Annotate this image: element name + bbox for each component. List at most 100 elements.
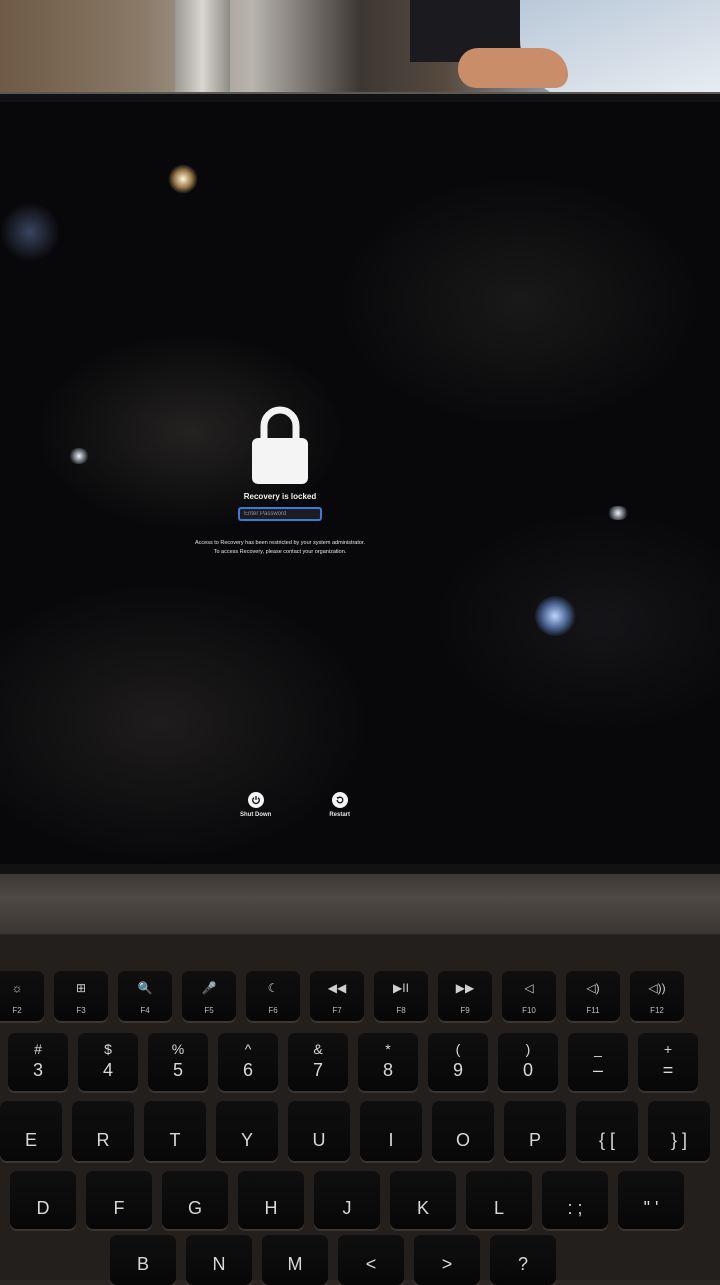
keyboard-key[interactable]: I	[360, 1101, 422, 1161]
key-label: 4	[102, 1060, 113, 1080]
keyboard-key[interactable]: J	[314, 1171, 380, 1229]
key-label: 7	[312, 1060, 323, 1080]
keyboard-key[interactable]: ⊞ F3	[54, 971, 108, 1021]
keyboard-key[interactable]: " '	[618, 1171, 684, 1229]
keyboard-key[interactable]: ◁ F10	[502, 971, 556, 1021]
keyboard-key[interactable]: D	[10, 1171, 76, 1229]
keyboard-key[interactable]: ▶▶ F9	[438, 971, 492, 1021]
background-stand	[175, 0, 230, 100]
keyboard-key[interactable]: O	[432, 1101, 494, 1161]
key-shift-label: *	[385, 1041, 391, 1057]
keyboard-key[interactable]: * 8	[358, 1033, 418, 1091]
keyboard-key[interactable]: R	[72, 1101, 134, 1161]
background-office-scene	[0, 0, 720, 100]
keyboard-key[interactable]: P	[504, 1101, 566, 1161]
key-shift-label: _	[594, 1041, 602, 1057]
key-label: O	[455, 1130, 470, 1150]
key-label: } ]	[670, 1130, 687, 1150]
function-key-icon: ◀◀	[327, 981, 347, 995]
key-shift-label: &	[313, 1041, 323, 1057]
keyboard-key[interactable]: N	[186, 1235, 252, 1285]
keyboard-key[interactable]: ^ 6	[218, 1033, 278, 1091]
keyboard-key[interactable]: ☾ F6	[246, 971, 300, 1021]
function-key-icon: ▶▶	[455, 981, 475, 995]
keyboard-key[interactable]: M	[262, 1235, 328, 1285]
key-label: F	[113, 1198, 125, 1218]
restart-icon	[331, 792, 348, 808]
key-label: L	[493, 1198, 504, 1218]
function-key-label: F9	[460, 1006, 470, 1015]
keyboard-key[interactable]: } ]	[648, 1101, 710, 1161]
keyboard-key[interactable]: { [	[576, 1101, 638, 1161]
keyboard-key[interactable]: ☼ F2	[0, 971, 44, 1021]
keyboard-key[interactable]: <	[338, 1235, 404, 1285]
key-label: 9	[452, 1060, 463, 1080]
keyboard-key[interactable]: L	[466, 1171, 532, 1229]
restart-button[interactable]: Restart	[329, 792, 350, 818]
key-label: 0	[522, 1060, 533, 1080]
keyboard-key[interactable]: % 5	[148, 1033, 208, 1091]
bottom-letter-row: B N M < >?	[110, 1235, 556, 1285]
shut-down-label: Shut Down	[240, 812, 272, 818]
keyboard-key[interactable]: (9	[428, 1033, 488, 1091]
key-label: 3	[32, 1060, 43, 1080]
function-key-label: F5	[204, 1006, 214, 1015]
screen-glare	[168, 164, 198, 194]
padlock-icon	[252, 406, 308, 484]
keyboard-key[interactable]: _ –	[568, 1033, 628, 1091]
keyboard-key[interactable]: ) 0	[498, 1033, 558, 1091]
keyboard-key[interactable]: & 7	[288, 1033, 348, 1091]
screen-glare	[606, 506, 630, 520]
restart-label: Restart	[329, 812, 350, 818]
function-key-label: F8	[396, 1006, 406, 1015]
key-label: U	[312, 1130, 326, 1150]
keyboard-key[interactable]: ◁) F11	[566, 971, 620, 1021]
keyboard-key[interactable]: K	[390, 1171, 456, 1229]
function-key-label: F3	[76, 1006, 86, 1015]
keyboard-key[interactable]: G	[162, 1171, 228, 1229]
power-controls: Shut Down Restart	[240, 792, 350, 818]
function-key-icon: ◁))	[648, 981, 666, 995]
keyboard-key[interactable]: Y	[216, 1101, 278, 1161]
keyboard-key[interactable]: ▶II F8	[374, 971, 428, 1021]
key-label: T	[169, 1130, 181, 1150]
key-label: 5	[172, 1060, 183, 1080]
power-icon	[247, 792, 264, 808]
keyboard-key[interactable]: 🎤 F5	[182, 971, 236, 1021]
keyboard-key[interactable]: E	[0, 1101, 62, 1161]
function-key-label: F6	[268, 1006, 278, 1015]
recovery-screen: Recovery is locked Access to Recovery ha…	[0, 102, 720, 864]
laptop-display-bezel: Recovery is locked Access to Recovery ha…	[0, 92, 720, 876]
keyboard-key[interactable]: ◀◀ F7	[310, 971, 364, 1021]
keyboard-key[interactable]: 🔍 F4	[118, 971, 172, 1021]
keyboard-key[interactable]: ◁)) F12	[630, 971, 684, 1021]
keyboard-key[interactable]: H	[238, 1171, 304, 1229]
keyboard-key[interactable]: U	[288, 1101, 350, 1161]
key-label: M	[287, 1254, 303, 1274]
keyboard-key[interactable]: ?	[490, 1235, 556, 1285]
keyboard-key[interactable]: F	[86, 1171, 152, 1229]
keyboard-key[interactable]: : ;	[542, 1171, 608, 1229]
top-letter-row: E R T Y U I O P { [ } ]	[0, 1101, 710, 1161]
keyboard-key[interactable]: $4	[78, 1033, 138, 1091]
shut-down-button[interactable]: Shut Down	[240, 792, 271, 818]
message-line: Access to Recovery has been restricted b…	[195, 540, 365, 546]
keyboard-key[interactable]: T	[144, 1101, 206, 1161]
key-shift-label: )	[525, 1041, 531, 1057]
background-hand	[458, 48, 568, 88]
screen-glare	[0, 202, 60, 262]
password-input[interactable]	[238, 507, 322, 521]
laptop-hinge	[0, 874, 720, 934]
keyboard-key[interactable]: >	[414, 1235, 480, 1285]
key-label: Y	[240, 1130, 253, 1150]
key-shift-label: ^	[244, 1041, 252, 1057]
screen-glare	[68, 448, 90, 464]
keyboard-key[interactable]: + =	[638, 1033, 698, 1091]
key-label: : ;	[567, 1198, 583, 1218]
function-key-icon: ☼	[11, 981, 23, 995]
function-key-icon: ▶II	[393, 981, 409, 995]
keyboard-key[interactable]: #3	[8, 1033, 68, 1091]
keyboard-key[interactable]: B	[110, 1235, 176, 1285]
key-label: I	[388, 1130, 394, 1150]
key-shift-label: $	[104, 1041, 112, 1057]
